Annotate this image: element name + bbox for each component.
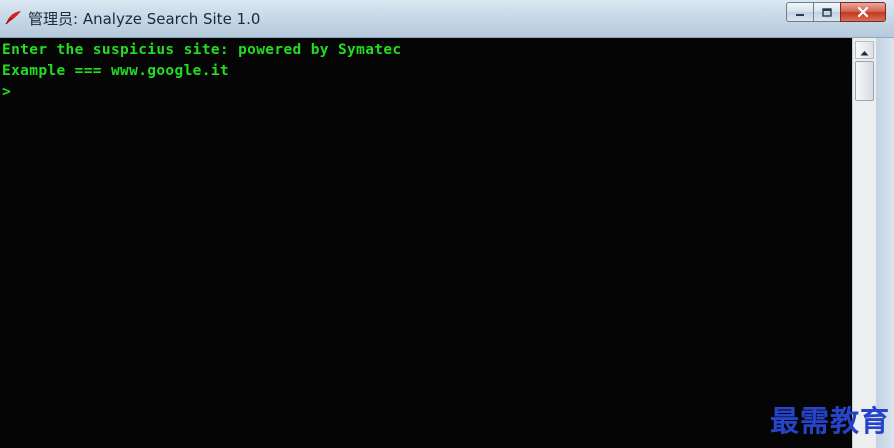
- vertical-scrollbar[interactable]: [852, 38, 876, 448]
- maximize-button[interactable]: [813, 2, 840, 22]
- red-feather-icon[interactable]: [4, 10, 22, 26]
- scroll-up-button[interactable]: [855, 41, 874, 59]
- watermark-logo: 最需教育: [770, 404, 891, 438]
- console-line-example: Example === www.google.it: [2, 63, 229, 79]
- scroll-thumb[interactable]: [855, 61, 874, 101]
- console-input-prompt[interactable]: >: [2, 84, 11, 100]
- window-title: 管理员: Analyze Search Site 1.0: [28, 10, 261, 28]
- console-output[interactable]: Enter the suspicius site: powered by Sym…: [0, 38, 852, 448]
- console-window: 管理员: Analyze Search Site 1.0 Enter the s…: [0, 0, 894, 448]
- close-button[interactable]: [840, 2, 886, 22]
- maximize-icon: [821, 3, 833, 22]
- console-line-prompt-message: Enter the suspicius site: powered by Sym…: [2, 42, 402, 58]
- title-bar[interactable]: 管理员: Analyze Search Site 1.0: [0, 0, 894, 38]
- minimize-icon: [794, 3, 806, 22]
- window-controls: [786, 2, 886, 24]
- scroll-up-arrow-icon: [860, 41, 869, 60]
- window-frame-right: [876, 38, 894, 448]
- close-icon: [856, 3, 870, 22]
- minimize-button[interactable]: [786, 2, 813, 22]
